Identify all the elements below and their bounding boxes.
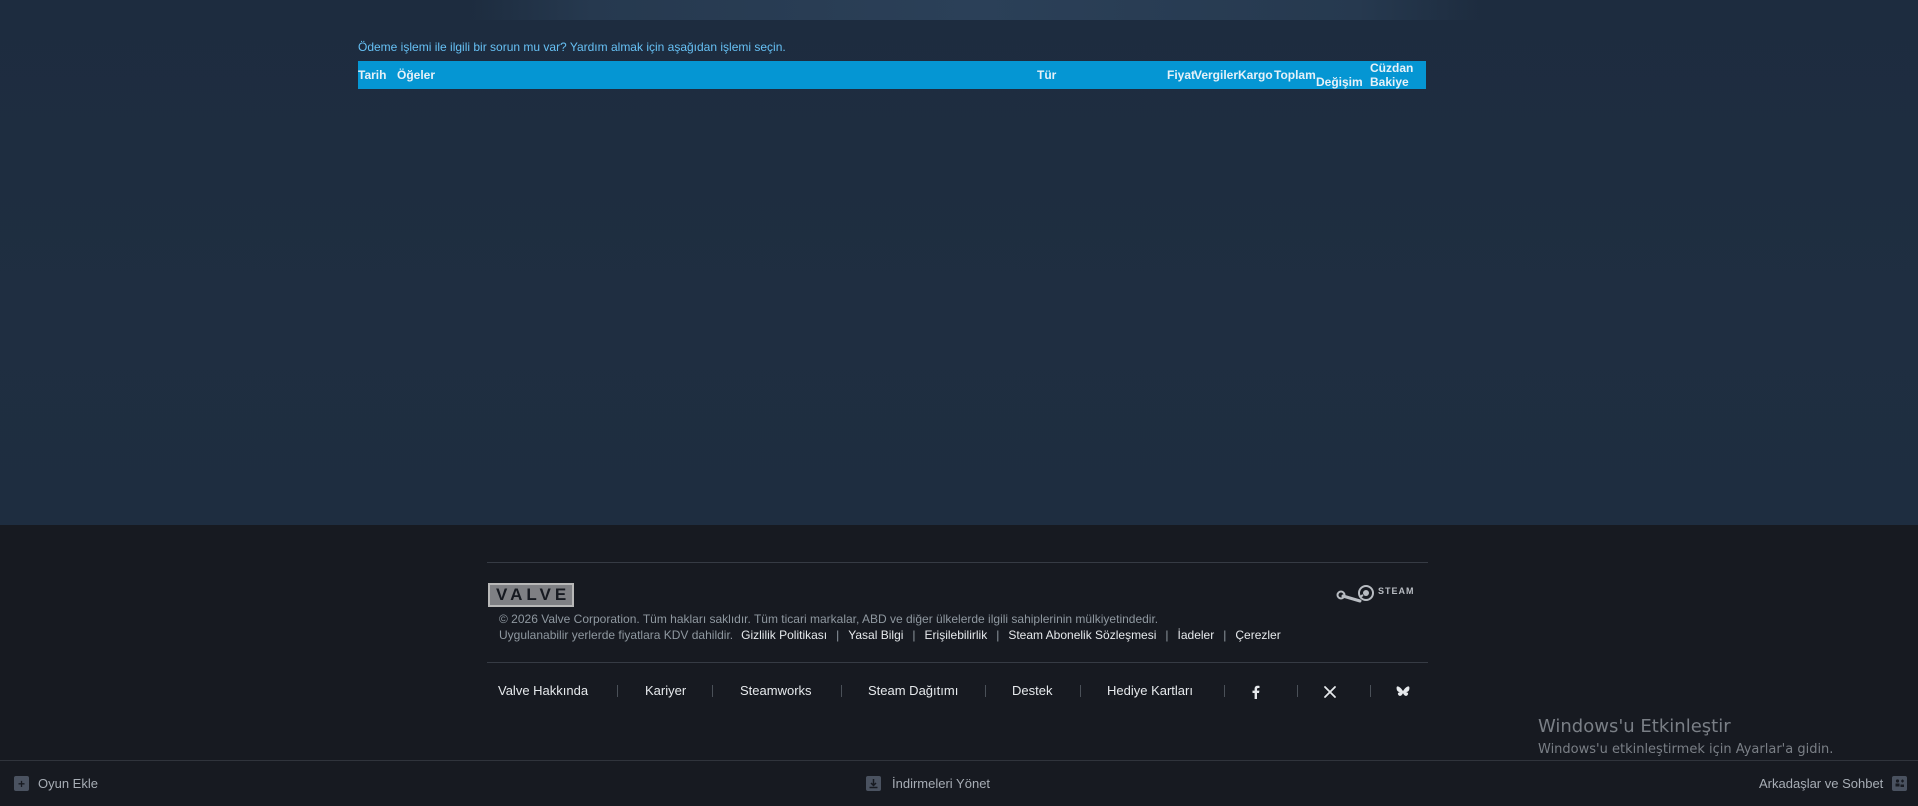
col-taxes: Vergiler <box>1194 68 1239 82</box>
valve-logo-text: VALVE <box>496 585 571 604</box>
add-game-button[interactable]: + Oyun Ekle <box>14 776 98 791</box>
footer-nav: Valve Hakkında Kariyer Steamworks Steam … <box>498 683 1428 701</box>
separator: | <box>912 628 916 642</box>
steam-logo[interactable]: STEAM <box>1336 581 1428 607</box>
support-link[interactable]: Destek <box>1012 683 1052 698</box>
careers-link[interactable]: Kariyer <box>645 683 686 698</box>
transactions-table-header: Tarih Öğeler Tür Fiyat Vergiler Kargo To… <box>358 61 1426 89</box>
nav-separator <box>712 685 713 697</box>
subscriber-agreement-link[interactable]: Steam Abonelik Sözleşmesi <box>1008 628 1156 642</box>
steamworks-link[interactable]: Steamworks <box>740 683 812 698</box>
steam-logo-text: STEAM <box>1378 586 1415 596</box>
accessibility-link[interactable]: Erişilebilirlik <box>925 628 988 642</box>
manage-downloads-button[interactable]: İndirmeleri Yönet <box>866 776 990 791</box>
separator: | <box>1165 628 1169 642</box>
friends-icon <box>1892 776 1908 791</box>
col-wallet-line1: Cüzdan <box>1370 61 1414 75</box>
windows-activation-title: Windows'u Etkinleştir <box>1538 716 1731 737</box>
header-glow <box>470 0 1480 20</box>
footer-divider-top <box>487 562 1428 563</box>
privacy-policy-link[interactable]: Gizlilik Politikası <box>741 628 827 642</box>
nav-separator <box>1080 685 1081 697</box>
separator: | <box>996 628 1000 642</box>
bottom-bar: + Oyun Ekle İndirmeleri Yönet Arkadaşlar… <box>0 760 1918 806</box>
nav-separator <box>985 685 986 697</box>
legal-links-row: Uygulanabilir yerlerde fiyatlara KDV dah… <box>499 628 1281 642</box>
main-content: Ödeme işlemi ile ilgili bir sorun mu var… <box>0 0 1918 525</box>
plus-icon: + <box>14 776 29 791</box>
legal-info-link[interactable]: Yasal Bilgi <box>848 628 903 642</box>
valve-logo[interactable]: VALVE <box>488 583 574 607</box>
nav-separator <box>841 685 842 697</box>
nav-separator <box>617 685 618 697</box>
nav-separator <box>1370 685 1371 697</box>
facebook-icon[interactable] <box>1248 684 1264 700</box>
col-price: Fiyat <box>1167 68 1196 82</box>
col-total: Toplam <box>1274 68 1316 82</box>
nav-separator <box>1297 685 1298 697</box>
manage-downloads-label: İndirmeleri Yönet <box>892 776 991 791</box>
steam-logo-icon <box>1336 585 1374 603</box>
cookies-link[interactable]: Çerezler <box>1235 628 1280 642</box>
separator: | <box>836 628 840 642</box>
separator: | <box>1223 628 1227 642</box>
x-icon[interactable] <box>1322 684 1338 700</box>
friends-chat-label: Arkadaşlar ve Sohbet <box>1759 776 1884 791</box>
footer-divider-middle <box>487 662 1428 663</box>
payment-help-link[interactable]: Ödeme işlemi ile ilgili bir sorun mu var… <box>358 40 786 54</box>
col-shipping: Kargo <box>1238 68 1273 82</box>
copyright-text: © 2026 Valve Corporation. Tüm hakları sa… <box>499 612 1159 626</box>
col-wallet-balance: Bakiye <box>1370 75 1409 89</box>
steam-distribution-link[interactable]: Steam Dağıtımı <box>868 683 958 698</box>
about-valve-link[interactable]: Valve Hakkında <box>498 683 588 698</box>
col-date: Tarih <box>358 68 387 82</box>
bluesky-icon[interactable] <box>1395 684 1411 700</box>
download-icon <box>866 776 881 791</box>
nav-separator <box>1224 685 1225 697</box>
col-type: Tür <box>1037 68 1057 82</box>
friends-chat-button[interactable]: Arkadaşlar ve Sohbet <box>1759 776 1908 791</box>
vat-note: Uygulanabilir yerlerde fiyatlara KDV dah… <box>499 628 734 642</box>
col-wallet-change: Değişim <box>1316 75 1363 89</box>
refunds-link[interactable]: İadeler <box>1178 628 1215 642</box>
windows-activation-subtitle: Windows'u etkinleştirmek için Ayarlar'a … <box>1538 742 1834 757</box>
add-game-label: Oyun Ekle <box>38 776 98 791</box>
col-items: Öğeler <box>397 68 436 82</box>
gift-cards-link[interactable]: Hediye Kartları <box>1107 683 1193 698</box>
